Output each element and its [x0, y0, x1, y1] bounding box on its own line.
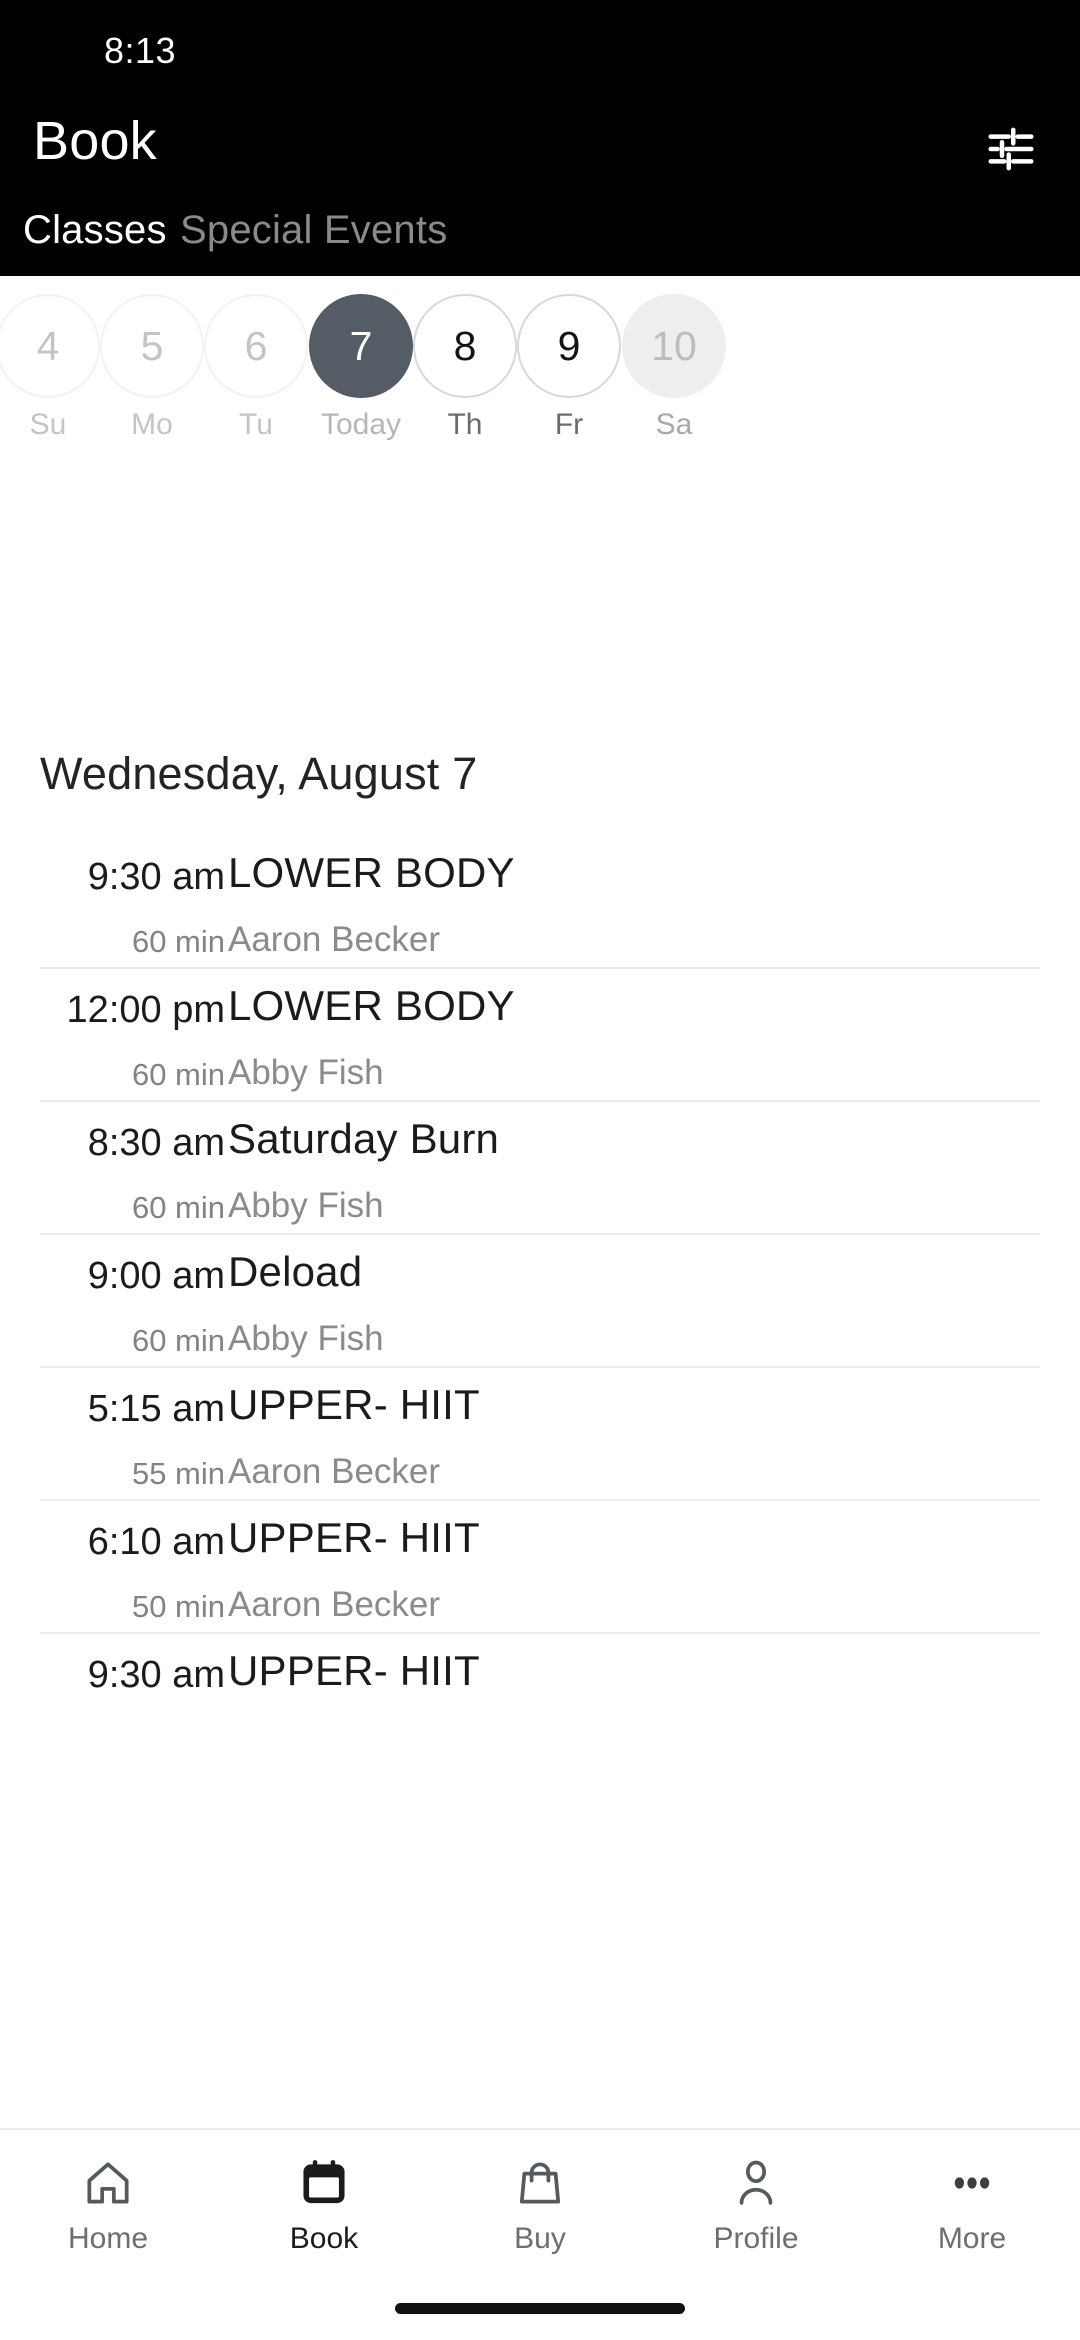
date-weekday-label: Tu [239, 408, 273, 441]
class-instructor: Abby Fish [228, 1319, 384, 1358]
page-title: Book [33, 111, 157, 171]
date-cell-10[interactable]: 10 Sa [622, 294, 726, 440]
date-cell-6[interactable]: 6 Tu [204, 294, 308, 440]
nav-item-profile[interactable]: Profile [648, 2152, 864, 2254]
home-icon [0, 2152, 216, 2214]
date-weekday-label: Sa [655, 408, 693, 441]
nav-label: Book [289, 2222, 359, 2255]
tune-icon[interactable] [984, 122, 1038, 176]
class-time: 9:30 am [87, 1654, 225, 1696]
class-list-item[interactable]: 9:30 am 60 min LOWER BODY Aaron Becker [40, 836, 1040, 969]
class-list-item-partial[interactable]: 9:30 am UPPER- HIIT [40, 1634, 1040, 1767]
tab-special-events[interactable]: Special Events [180, 208, 447, 253]
date-weekday-label: Mo [131, 408, 173, 441]
dots-icon [864, 2152, 1080, 2214]
date-weekday-label: Su [29, 408, 67, 441]
class-time: 12:00 pm [66, 989, 225, 1031]
class-name: Saturday Burn [228, 1115, 500, 1162]
date-weekday-label: Fr [554, 408, 584, 441]
class-duration: 60 min [131, 1323, 225, 1358]
nav-label: More [937, 2222, 1007, 2255]
class-instructor: Abby Fish [228, 1186, 384, 1225]
date-circle[interactable]: 6 [204, 294, 308, 398]
nav-item-home[interactable]: Home [0, 2152, 216, 2254]
date-weekday-label: Th [447, 408, 483, 441]
class-name: LOWER BODY [228, 849, 515, 896]
date-circle[interactable]: 5 [100, 294, 204, 398]
class-time: 5:15 am [87, 1388, 225, 1430]
class-duration: 60 min [131, 1190, 225, 1225]
date-weekday-label: Today [320, 408, 402, 441]
class-instructor: Aaron Becker [228, 920, 441, 959]
class-name: UPPER- HIIT [228, 1514, 480, 1561]
nav-label: Buy [514, 2222, 566, 2255]
class-duration: 50 min [131, 1589, 225, 1624]
class-name: LOWER BODY [228, 982, 515, 1029]
date-circle-selected[interactable]: 7 [309, 294, 413, 398]
app-screen: 8:13 Book Classes Special Events 4 Su 5 … [0, 0, 1080, 2340]
person-icon [648, 2152, 864, 2214]
tab-bar: Classes Special Events [0, 200, 1080, 276]
class-time: 9:30 am [87, 856, 225, 898]
home-indicator [395, 2303, 685, 2314]
date-circle[interactable]: 9 [517, 294, 621, 398]
status-bar: 8:13 [0, 0, 1080, 96]
class-time: 6:10 am [87, 1521, 225, 1563]
class-duration: 55 min [131, 1456, 225, 1491]
bag-icon [432, 2152, 648, 2214]
nav-item-book[interactable]: Book [216, 2152, 432, 2254]
class-time: 8:30 am [87, 1122, 225, 1164]
status-bar-time: 8:13 [104, 30, 177, 71]
class-list-item[interactable]: 5:15 am 55 min UPPER- HIIT Aaron Becker [40, 1368, 1040, 1501]
class-instructor: Aaron Becker [228, 1585, 441, 1624]
date-circle[interactable]: 4 [0, 294, 100, 398]
selected-date-heading: Wednesday, August 7 [40, 748, 478, 799]
bottom-navigation: Home Book Buy Profile More [0, 2128, 1080, 2340]
nav-label: Profile [713, 2222, 799, 2255]
class-instructor: Aaron Becker [228, 1452, 441, 1491]
class-time: 9:00 am [87, 1255, 225, 1297]
date-cell-4[interactable]: 4 Su [0, 294, 100, 440]
class-duration: 60 min [131, 1057, 225, 1092]
date-cell-5[interactable]: 5 Mo [100, 294, 204, 440]
date-cell-7-today[interactable]: 7 Today [309, 294, 413, 440]
header-block: 8:13 Book Classes Special Events [0, 0, 1080, 276]
nav-item-buy[interactable]: Buy [432, 2152, 648, 2254]
tab-classes[interactable]: Classes [23, 208, 167, 253]
app-bar: Book [0, 96, 1080, 204]
nav-item-more[interactable]: More [864, 2152, 1080, 2254]
class-duration: 60 min [131, 924, 225, 959]
date-circle[interactable]: 10 [622, 294, 726, 398]
class-list-item[interactable]: 12:00 pm 60 min LOWER BODY Abby Fish [40, 969, 1040, 1102]
calendar-icon [216, 2152, 432, 2214]
class-list-item[interactable]: 6:10 am 50 min UPPER- HIIT Aaron Becker [40, 1501, 1040, 1634]
class-name: UPPER- HIIT [228, 1647, 480, 1694]
class-list[interactable]: 9:30 am 60 min LOWER BODY Aaron Becker 1… [0, 836, 1080, 2236]
class-name: Deload [228, 1248, 363, 1295]
date-strip[interactable]: 4 Su 5 Mo 6 Tu 7 Today 8 Th 9 Fr 10 Sa [0, 276, 1080, 466]
date-cell-8[interactable]: 8 Th [413, 294, 517, 440]
class-instructor: Abby Fish [228, 1053, 384, 1092]
nav-label: Home [67, 2222, 149, 2255]
class-name: UPPER- HIIT [228, 1381, 480, 1428]
date-circle[interactable]: 8 [413, 294, 517, 398]
class-list-item[interactable]: 8:30 am 60 min Saturday Burn Abby Fish [40, 1102, 1040, 1235]
class-list-item[interactable]: 9:00 am 60 min Deload Abby Fish [40, 1235, 1040, 1368]
date-cell-9[interactable]: 9 Fr [517, 294, 621, 440]
